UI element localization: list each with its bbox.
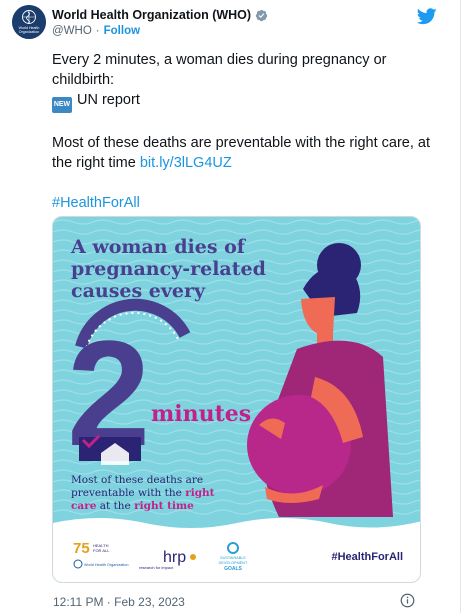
tweet-text: Every 2 minutes, a woman dies during pre… <box>52 50 432 213</box>
hashtag-link[interactable]: #HealthForAll <box>52 193 432 213</box>
note-line3-c: right time <box>134 500 194 512</box>
handle-row: @WHO · Follow <box>52 25 140 37</box>
avatar[interactable]: World Health Organization <box>12 5 46 39</box>
logo-sdg-line1: SUSTAINABLE <box>220 556 246 560</box>
logo-sdg-line2: DEVELOPMENT <box>219 561 248 565</box>
logo-hrp-sub: research for impact <box>139 565 174 570</box>
twitter-bird-icon[interactable] <box>417 8 437 25</box>
tweet-media-image[interactable]: A woman dies of pregnancy-related causes… <box>52 216 421 583</box>
hrp-dot-icon <box>190 554 196 560</box>
name-row: World Health Organization (WHO) <box>52 8 268 22</box>
note-line1: Most of these deaths are <box>71 474 203 486</box>
note-line2-b: right <box>185 487 214 499</box>
note-line3-b: at the <box>96 500 134 512</box>
headline-line1: A woman dies of <box>70 236 247 258</box>
infographic: A woman dies of pregnancy-related causes… <box>53 217 420 582</box>
logo-sdg-line3: GOALS <box>224 566 242 572</box>
tweet-timestamp[interactable]: 12:11 PM · Feb 23, 2023 <box>53 595 185 609</box>
tweet-text-line1: Every 2 minutes, a woman dies during pre… <box>52 52 387 88</box>
logo-75: 75 <box>73 540 90 557</box>
infographic-hashtag: #HealthForAll <box>331 551 403 563</box>
new-badge-icon: NEW <box>52 97 72 113</box>
avatar-text-2: Organization <box>19 30 39 34</box>
headline-line2: pregnancy-related <box>71 258 266 280</box>
tweet-text-line3-body: Most of these deaths are preventable wit… <box>52 135 431 171</box>
who-logo-icon: World Health Organization <box>12 5 46 39</box>
handle[interactable]: @WHO <box>52 25 92 37</box>
tweet-text-line3: Most of these deaths are preventable wit… <box>52 133 432 173</box>
verified-badge-icon <box>255 9 268 21</box>
logo-75-sub2: FOR ALL <box>93 548 110 553</box>
tweet-text-un-report: UN report <box>77 92 140 108</box>
tweet-card: World Health Organization World Health O… <box>0 0 463 613</box>
logo-hrp: hrp <box>163 549 186 566</box>
note-line2: preventable with the right <box>71 487 215 499</box>
unit-word: minutes <box>151 401 251 427</box>
headline-line3: causes every <box>71 280 206 302</box>
logo-who-text: World Health Organization <box>84 563 128 567</box>
handle-separator: · <box>95 25 100 37</box>
note-line2-a: preventable with the <box>71 487 185 499</box>
card-border <box>460 0 461 613</box>
tweet-text-line2: NEW UN report <box>52 90 432 113</box>
display-name[interactable]: World Health Organization (WHO) <box>52 8 251 22</box>
note-line3: care at the right time <box>71 500 194 512</box>
note-line3-a: care <box>71 500 97 512</box>
info-icon[interactable] <box>400 593 415 608</box>
short-link[interactable]: bit.ly/3lLG4UZ <box>140 155 232 171</box>
follow-link[interactable]: Follow <box>104 25 140 37</box>
